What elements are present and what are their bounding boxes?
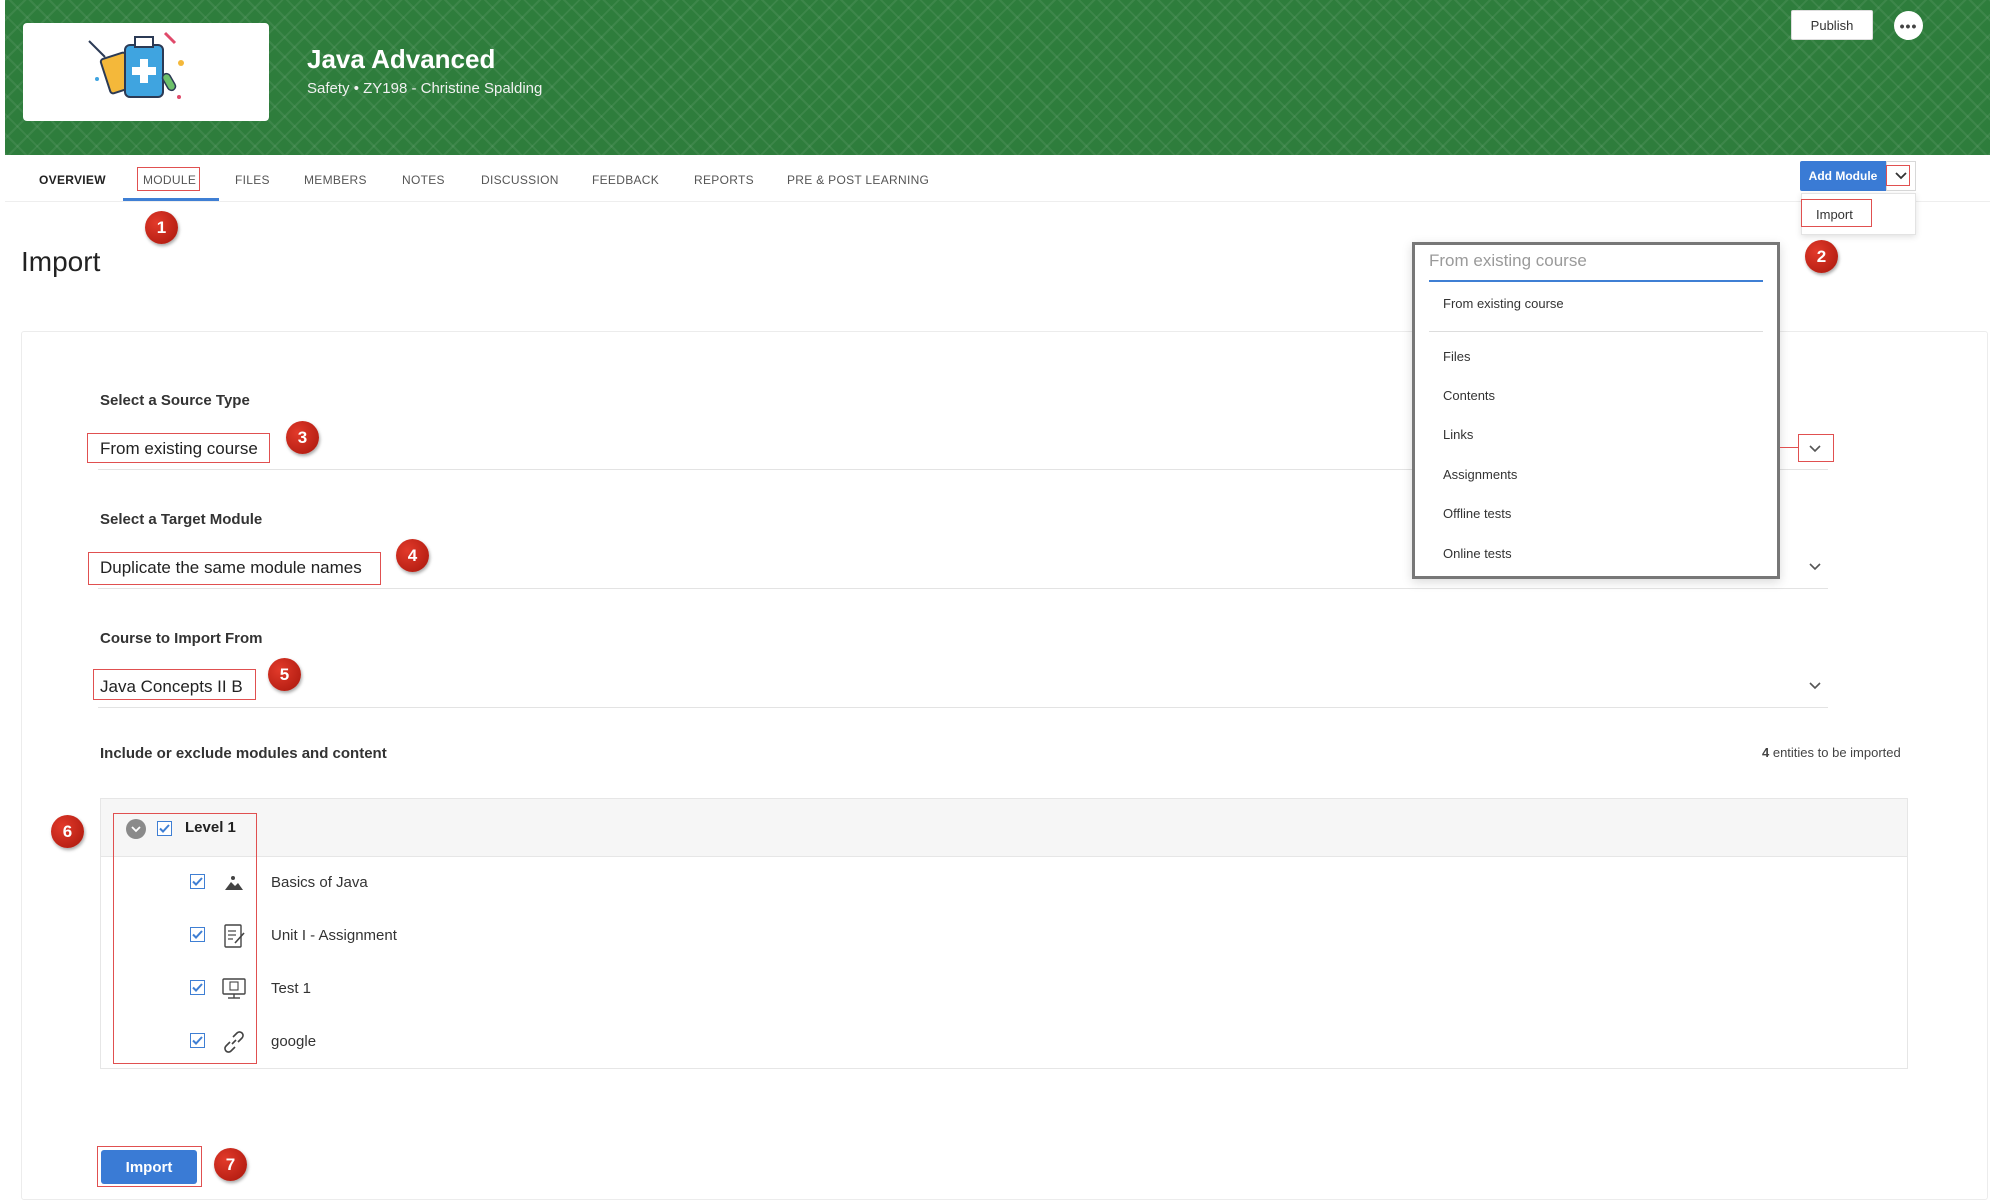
add-module-dropdown-toggle[interactable] bbox=[1886, 161, 1916, 191]
assignment-icon bbox=[224, 924, 245, 948]
course-banner: Java Advanced Safety • ZY198 - Christine… bbox=[5, 0, 1990, 155]
active-tab-indicator bbox=[123, 198, 219, 201]
online-test-icon bbox=[222, 978, 246, 999]
item-checkbox[interactable] bbox=[190, 1033, 205, 1048]
dropdown-option[interactable]: Online tests bbox=[1443, 546, 1512, 561]
tree-item-label: Basics of Java bbox=[271, 874, 368, 891]
tab-files[interactable]: FILES bbox=[235, 173, 270, 187]
chevron-down-icon bbox=[131, 826, 141, 833]
course-from-label: Course to Import From bbox=[100, 630, 263, 647]
collapse-toggle[interactable] bbox=[126, 819, 146, 839]
ellipsis-icon: ••• bbox=[1899, 17, 1918, 34]
course-title: Java Advanced bbox=[307, 44, 496, 74]
target-module-label: Select a Target Module bbox=[100, 511, 263, 528]
dropdown-option[interactable]: Links bbox=[1443, 427, 1473, 442]
tree-level-row: Level 1 bbox=[101, 799, 1907, 857]
level-checkbox[interactable] bbox=[157, 821, 172, 836]
course-thumbnail bbox=[23, 23, 269, 121]
checkmark-icon bbox=[192, 983, 203, 992]
tab-notes[interactable]: NOTES bbox=[402, 173, 445, 187]
step-marker-7: 7 bbox=[214, 1148, 247, 1181]
page-title: Import bbox=[21, 246, 101, 277]
dropdown-option[interactable]: Assignments bbox=[1443, 467, 1517, 482]
import-button[interactable]: Import bbox=[101, 1150, 197, 1184]
step-marker-3: 3 bbox=[286, 421, 319, 454]
publish-button[interactable]: Publish bbox=[1791, 10, 1873, 40]
add-module-button[interactable]: Add Module bbox=[1800, 161, 1886, 191]
item-checkbox[interactable] bbox=[190, 874, 205, 889]
entities-count: 4 entities to be imported bbox=[1762, 745, 1901, 760]
add-module-menu: Import bbox=[1801, 193, 1916, 235]
level-label: Level 1 bbox=[185, 819, 236, 836]
source-type-dropdown: From existing course From existing cours… bbox=[1412, 242, 1780, 579]
tab-module[interactable]: MODULE bbox=[143, 173, 196, 187]
checkmark-icon bbox=[159, 824, 170, 833]
source-type-label: Select a Source Type bbox=[100, 392, 250, 409]
dropdown-selected-value[interactable]: From existing course bbox=[1429, 251, 1587, 271]
chevron-down-icon[interactable] bbox=[1806, 677, 1824, 695]
tab-members[interactable]: MEMBERS bbox=[304, 173, 367, 187]
tab-overview[interactable]: OVERVIEW bbox=[39, 173, 106, 187]
step-marker-6: 6 bbox=[51, 815, 84, 848]
course-from-underline bbox=[98, 707, 1828, 708]
item-checkbox[interactable] bbox=[190, 927, 205, 942]
include-exclude-label: Include or exclude modules and content bbox=[100, 745, 387, 762]
menu-item-import[interactable]: Import bbox=[1816, 207, 1853, 222]
chevron-down-icon bbox=[1895, 172, 1907, 180]
course-tab-bar: OVERVIEW MODULE FILES MEMBERS NOTES DISC… bbox=[5, 155, 1990, 235]
step-marker-4: 4 bbox=[396, 539, 429, 572]
step-marker-2: 2 bbox=[1805, 240, 1838, 273]
course-subtitle: Safety • ZY198 - Christine Spalding bbox=[307, 80, 543, 97]
dropdown-separator bbox=[1429, 331, 1763, 332]
dropdown-focus-line bbox=[1429, 280, 1763, 282]
medical-kit-icon bbox=[88, 31, 184, 99]
image-icon bbox=[225, 876, 243, 890]
chevron-down-icon[interactable] bbox=[1806, 558, 1824, 576]
dropdown-option[interactable]: Contents bbox=[1443, 388, 1495, 403]
course-from-select[interactable]: Java Concepts II B bbox=[100, 677, 243, 697]
dropdown-option[interactable]: From existing course bbox=[1443, 296, 1564, 311]
tab-feedback[interactable]: FEEDBACK bbox=[592, 173, 659, 187]
checkmark-icon bbox=[192, 930, 203, 939]
item-checkbox[interactable] bbox=[190, 980, 205, 995]
target-module-underline bbox=[98, 588, 1828, 589]
tree-item-label: google bbox=[271, 1033, 317, 1050]
dropdown-option[interactable]: Offline tests bbox=[1443, 506, 1511, 521]
chevron-down-icon[interactable] bbox=[1806, 440, 1824, 458]
step-marker-5: 5 bbox=[268, 658, 301, 691]
tree-item-label: Unit I - Assignment bbox=[271, 927, 397, 944]
source-type-select[interactable]: From existing course bbox=[100, 439, 258, 459]
step-marker-1: 1 bbox=[145, 211, 178, 244]
link-icon bbox=[224, 1031, 244, 1053]
module-tree: Level 1 Basics of Java Unit I - Assignme… bbox=[100, 798, 1908, 1069]
tab-pre-post-learning[interactable]: PRE & POST LEARNING bbox=[787, 173, 929, 187]
tree-item-label: Test 1 bbox=[271, 980, 312, 997]
more-options-button[interactable]: ••• bbox=[1894, 11, 1923, 40]
tab-reports[interactable]: REPORTS bbox=[694, 173, 754, 187]
dropdown-option[interactable]: Files bbox=[1443, 349, 1470, 364]
checkmark-icon bbox=[192, 877, 203, 886]
target-module-select[interactable]: Duplicate the same module names bbox=[100, 558, 362, 578]
tab-discussion[interactable]: DISCUSSION bbox=[481, 173, 559, 187]
checkmark-icon bbox=[192, 1036, 203, 1045]
entities-count-suffix: entities to be imported bbox=[1769, 745, 1901, 760]
